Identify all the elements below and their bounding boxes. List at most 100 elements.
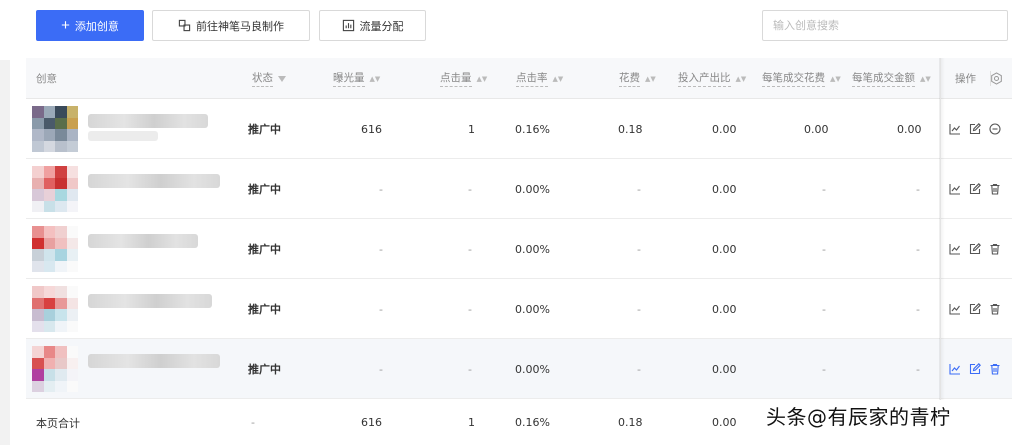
creative-thumbnail[interactable] [32, 286, 78, 332]
trash-icon[interactable] [989, 303, 1001, 315]
status-cell: 推广中 [248, 123, 281, 136]
table-row[interactable]: 推广中 616 1 0.16% 0.18 0.00 0.00 0.00 [26, 99, 1012, 159]
total-roi: 0.00 [712, 416, 737, 429]
chart-box-icon [342, 19, 354, 32]
col-impressions[interactable]: 曝光量 ▲▼ [333, 58, 380, 99]
col-status[interactable]: 状态 [252, 58, 286, 99]
edit-icon[interactable] [969, 303, 981, 315]
minus-circle-icon[interactable] [989, 123, 1001, 135]
amount-per-deal-cell: - [916, 302, 920, 316]
creative-subtitle-blurred [88, 131, 158, 141]
clicks-cell: - [468, 242, 472, 256]
line-chart-icon[interactable] [949, 363, 961, 375]
trash-icon[interactable] [989, 243, 1001, 255]
table-row[interactable]: 推广中 - - 0.00% - 0.00 - - [26, 219, 1012, 279]
table-row[interactable]: 推广中 - - 0.00% - 0.00 - - [26, 339, 1012, 399]
cost-per-deal-cell: - [822, 242, 826, 256]
cost-cell: - [637, 302, 641, 316]
row-actions [949, 99, 1001, 159]
col-amount-per-deal[interactable]: 每笔成交金额 ▲▼ [852, 58, 931, 99]
row-actions [949, 279, 1001, 339]
sort-icon[interactable]: ▲▼ [830, 75, 841, 83]
trash-icon[interactable] [989, 183, 1001, 195]
cost-cell: - [637, 362, 641, 376]
add-creative-button[interactable]: + 添加创意 [36, 10, 144, 41]
table-row[interactable]: 推广中 - - 0.00% - 0.00 - - [26, 159, 1012, 219]
row-actions [949, 159, 1001, 219]
col-clicks[interactable]: 点击量 ▲▼ [440, 58, 487, 99]
go-to-tool-button[interactable]: 前往神笔马良制作 [152, 10, 310, 41]
ctr-cell: 0.00% [515, 302, 550, 316]
col-cost-per-deal[interactable]: 每笔成交花费 ▲▼ [762, 58, 841, 99]
clicks-cell: - [468, 302, 472, 316]
amount-per-deal-cell: - [916, 242, 920, 256]
clicks-cell: 1 [468, 122, 475, 136]
total-clicks: 1 [468, 416, 475, 429]
search-input[interactable] [762, 10, 1008, 41]
gear-icon[interactable] [990, 72, 1003, 85]
watermark-text: 头条@有辰家的青柠 [766, 405, 951, 429]
creative-title-blurred [88, 294, 212, 308]
traffic-allocation-button[interactable]: 流量分配 [319, 10, 426, 41]
sort-icon[interactable]: ▲▼ [477, 75, 488, 83]
sort-icon[interactable]: ▲▼ [645, 75, 656, 83]
ctr-cell: 0.16% [515, 122, 550, 136]
header-divider [990, 71, 991, 86]
sort-icon[interactable]: ▲▼ [370, 75, 381, 83]
amount-per-deal-cell: 0.00 [897, 122, 922, 136]
roi-cell: 0.00 [712, 182, 737, 196]
edit-icon[interactable] [969, 243, 981, 255]
roi-cell: 0.00 [712, 242, 737, 256]
cost-cell: - [637, 182, 641, 196]
creative-thumbnail[interactable] [32, 226, 78, 272]
line-chart-icon[interactable] [949, 123, 961, 135]
sticky-column-divider [940, 58, 941, 400]
creative-title-blurred [88, 234, 198, 248]
col-roi[interactable]: 投入产出比 ▲▼ [678, 58, 746, 99]
row-actions [949, 219, 1001, 279]
impressions-cell: - [379, 362, 383, 376]
impressions-cell: 616 [361, 122, 382, 136]
col-ctr[interactable]: 点击率 ▲▼ [516, 58, 563, 99]
cost-per-deal-cell: - [822, 302, 826, 316]
sort-icon[interactable]: ▲▼ [736, 75, 747, 83]
tool-link-icon [178, 19, 191, 32]
clicks-cell: - [468, 182, 472, 196]
cost-per-deal-cell: 0.00 [804, 122, 829, 136]
edit-icon[interactable] [969, 183, 981, 195]
total-label: 本页合计 [36, 416, 80, 430]
edit-icon[interactable] [969, 363, 981, 375]
creative-thumbnail[interactable] [32, 346, 78, 392]
clicks-cell: - [468, 362, 472, 376]
line-chart-icon[interactable] [949, 303, 961, 315]
impressions-cell: - [379, 242, 383, 256]
status-cell: 推广中 [248, 243, 281, 256]
cost-per-deal-cell: - [822, 362, 826, 376]
total-ctr: 0.16% [515, 416, 550, 429]
status-cell: 推广中 [248, 363, 281, 376]
line-chart-icon[interactable] [949, 183, 961, 195]
total-impressions: 616 [361, 416, 382, 429]
creative-thumbnail[interactable] [32, 166, 78, 212]
table-row[interactable]: 推广中 - - 0.00% - 0.00 - - [26, 279, 1012, 339]
col-cost[interactable]: 花费 ▲▼ [619, 58, 656, 99]
sort-icon[interactable]: ▲▼ [920, 75, 931, 83]
creative-thumbnail[interactable] [32, 106, 78, 152]
status-cell: 推广中 [248, 303, 281, 316]
creative-title-blurred [88, 114, 208, 128]
impressions-cell: - [379, 302, 383, 316]
total-status: - [251, 416, 255, 429]
amount-per-deal-cell: - [916, 362, 920, 376]
edit-icon[interactable] [969, 123, 981, 135]
creative-title-blurred [88, 174, 220, 188]
col-actions: 操作 [955, 58, 1003, 99]
line-chart-icon[interactable] [949, 243, 961, 255]
row-actions [949, 339, 1001, 399]
creative-title-blurred [88, 354, 220, 368]
sort-icon[interactable]: ▲▼ [553, 75, 564, 83]
filter-icon[interactable] [278, 75, 286, 82]
roi-cell: 0.00 [712, 362, 737, 376]
cost-cell: - [637, 242, 641, 256]
plus-icon: + [61, 16, 70, 34]
trash-icon[interactable] [989, 363, 1001, 375]
